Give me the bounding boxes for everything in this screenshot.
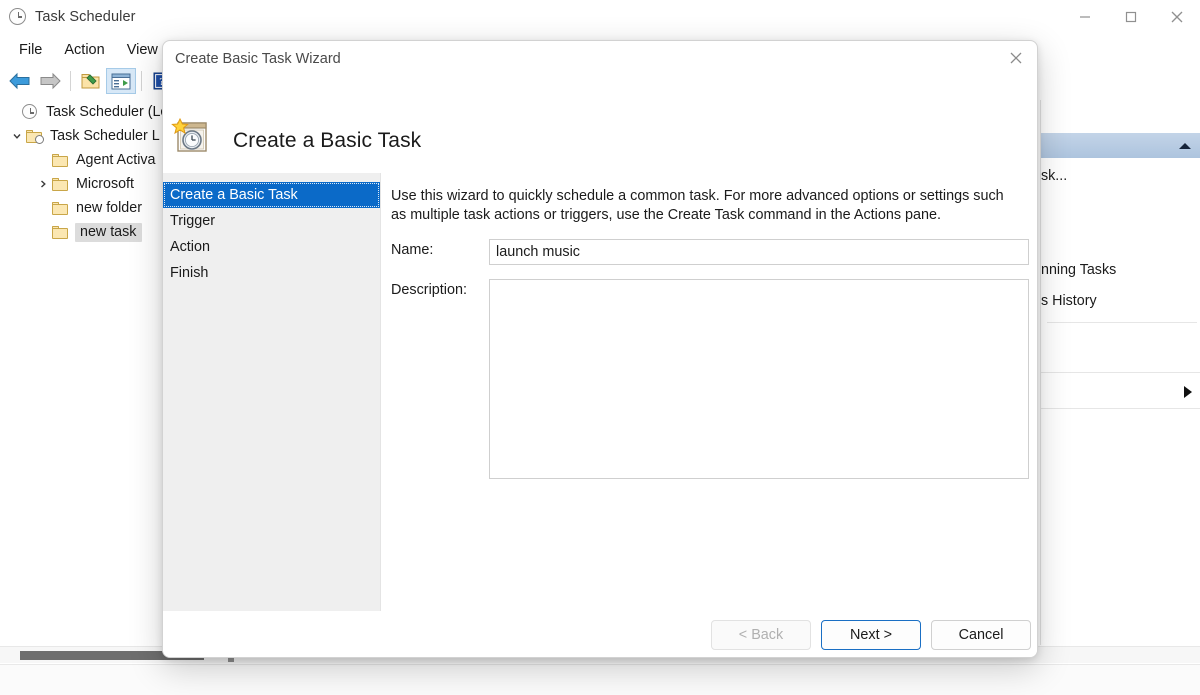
wizard-step-label: Finish bbox=[170, 265, 209, 281]
window-controls bbox=[1062, 0, 1200, 34]
actions-pane: sk... nning Tasks s History bbox=[1040, 100, 1200, 645]
back-button[interactable]: < Back bbox=[711, 619, 811, 650]
chevron-right-icon[interactable] bbox=[34, 179, 52, 189]
actions-pane-item-create-task[interactable]: sk... bbox=[1041, 168, 1067, 184]
clock-icon bbox=[9, 8, 27, 26]
wizard-step-create-a-basic-task[interactable]: Create a Basic Task bbox=[163, 182, 380, 208]
wizard-step-label: Create a Basic Task bbox=[170, 187, 298, 203]
tree-item-label: Agent Activa bbox=[76, 151, 156, 168]
dialog-body: Create a Basic Task Trigger Action Finis… bbox=[163, 173, 1037, 613]
tree-item-label: new task bbox=[75, 222, 143, 242]
name-field-row: Name: bbox=[391, 239, 1029, 265]
forward-arrow-icon[interactable] bbox=[35, 68, 65, 94]
description-field-row: Description: bbox=[391, 279, 1029, 479]
description-input[interactable] bbox=[489, 279, 1029, 479]
wizard-intro-text: Use this wizard to quickly schedule a co… bbox=[391, 188, 1004, 223]
next-button[interactable]: Next > bbox=[821, 619, 921, 650]
close-icon[interactable] bbox=[993, 41, 1037, 75]
folder-icon bbox=[52, 153, 68, 167]
tree-item-label: new folder bbox=[76, 199, 142, 216]
tree-item-label: Task Scheduler L bbox=[50, 127, 160, 144]
close-icon[interactable] bbox=[1154, 0, 1200, 34]
dialog-title: Create Basic Task Wizard bbox=[175, 51, 341, 67]
clock-icon bbox=[22, 104, 38, 120]
dialog-heading: Create a Basic Task bbox=[233, 129, 422, 152]
create-basic-task-wizard-dialog: Create Basic Task Wizard Create a Basic bbox=[162, 40, 1038, 658]
actions-pane-divider-3 bbox=[1041, 408, 1200, 409]
dialog-footer: < Back Next > Cancel bbox=[163, 611, 1037, 657]
tree-item-label: Microsoft bbox=[76, 175, 134, 192]
wizard-content: Use this wizard to quickly schedule a co… bbox=[381, 173, 1037, 613]
actions-pane-item-running-tasks[interactable]: nning Tasks bbox=[1041, 262, 1116, 278]
wizard-step-finish[interactable]: Finish bbox=[163, 260, 380, 286]
toolbar-separator-2 bbox=[141, 71, 142, 91]
create-basic-task-icon bbox=[171, 117, 213, 159]
menu-item-action[interactable]: Action bbox=[53, 40, 115, 60]
description-label: Description: bbox=[391, 282, 467, 298]
back-arrow-icon[interactable] bbox=[5, 68, 35, 94]
folder-icon bbox=[52, 201, 68, 215]
wizard-step-label: Trigger bbox=[170, 213, 216, 229]
properties-icon[interactable] bbox=[76, 68, 106, 94]
menu-item-view[interactable]: View bbox=[116, 40, 169, 60]
folder-icon bbox=[52, 225, 68, 239]
statusbar bbox=[0, 664, 1200, 695]
maximize-icon[interactable] bbox=[1108, 0, 1154, 34]
actions-pane-divider bbox=[1047, 322, 1197, 323]
actions-pane-item-history[interactable]: s History bbox=[1041, 293, 1097, 309]
wizard-step-action[interactable]: Action bbox=[163, 234, 380, 260]
chevron-right-icon[interactable] bbox=[1184, 386, 1192, 398]
chevron-up-icon[interactable] bbox=[1179, 142, 1191, 149]
screen: Task Scheduler File Action View Task Sch… bbox=[0, 0, 1200, 695]
chevron-down-icon[interactable] bbox=[8, 131, 26, 141]
folder-icon bbox=[52, 177, 68, 191]
folder-clock-icon bbox=[26, 129, 44, 144]
name-input[interactable] bbox=[489, 239, 1029, 265]
actions-pane-header bbox=[1041, 133, 1200, 158]
wizard-step-label: Action bbox=[170, 239, 210, 255]
name-label: Name: bbox=[391, 242, 434, 258]
minimize-icon[interactable] bbox=[1062, 0, 1108, 34]
window-titlebar: Task Scheduler bbox=[0, 0, 1200, 34]
actions-pane-divider-2 bbox=[1041, 372, 1200, 373]
menu-item-file[interactable]: File bbox=[8, 40, 53, 60]
dialog-banner: Create a Basic Task bbox=[163, 77, 1037, 173]
wizard-steps-nav: Create a Basic Task Trigger Action Finis… bbox=[163, 173, 381, 613]
window-title: Task Scheduler bbox=[35, 9, 136, 25]
toolbar-separator bbox=[70, 71, 71, 91]
show-hide-tree-icon[interactable] bbox=[106, 68, 136, 94]
wizard-step-trigger[interactable]: Trigger bbox=[163, 208, 380, 234]
dialog-titlebar: Create Basic Task Wizard bbox=[163, 41, 1037, 77]
cancel-button[interactable]: Cancel bbox=[931, 619, 1031, 650]
